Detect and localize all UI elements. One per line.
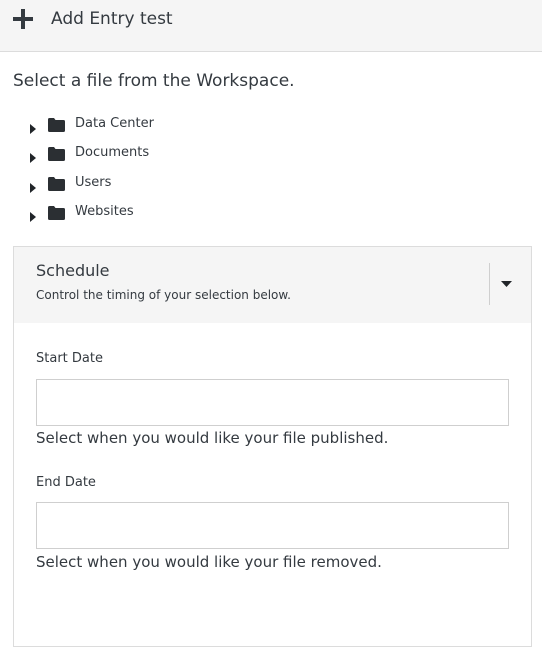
tree-item-label: Websites bbox=[75, 203, 134, 219]
end-date-input[interactable] bbox=[36, 502, 509, 549]
schedule-panel-header: Schedule Control the timing of your sele… bbox=[14, 247, 531, 323]
dialog-header: Add Entry test bbox=[0, 0, 542, 52]
schedule-title: Schedule bbox=[36, 261, 110, 280]
tree-item-label: Documents bbox=[75, 145, 150, 161]
end-date-help: Select when you would like your file rem… bbox=[36, 553, 382, 571]
caret-down-icon bbox=[501, 281, 512, 287]
tree-item-users[interactable]: Users bbox=[30, 172, 330, 201]
tree-item-label: Data Center bbox=[75, 116, 154, 131]
start-date-label: Start Date bbox=[36, 351, 103, 366]
caret-right-icon[interactable] bbox=[30, 148, 36, 164]
start-date-input[interactable] bbox=[36, 379, 509, 426]
caret-right-icon[interactable] bbox=[30, 178, 36, 193]
workspace-tree: Data Center Documents Users Websites bbox=[30, 113, 330, 230]
caret-right-icon[interactable] bbox=[30, 119, 36, 134]
start-date-help: Select when you would like your file pub… bbox=[36, 429, 389, 447]
folder-icon bbox=[48, 176, 65, 191]
dialog-title: Add Entry test bbox=[51, 9, 173, 29]
tree-item-data-center[interactable]: Data Center bbox=[30, 113, 330, 142]
folder-icon bbox=[48, 205, 65, 220]
schedule-collapse-button[interactable] bbox=[492, 267, 528, 303]
end-date-label: End Date bbox=[36, 475, 96, 490]
schedule-panel: Schedule Control the timing of your sele… bbox=[13, 246, 532, 647]
schedule-subtitle: Control the timing of your selection bel… bbox=[36, 288, 291, 302]
tree-item-label: Users bbox=[75, 174, 112, 190]
header-divider bbox=[489, 263, 490, 305]
plus-icon[interactable] bbox=[11, 7, 35, 31]
tree-item-websites[interactable]: Websites bbox=[30, 201, 330, 230]
tree-item-documents[interactable]: Documents bbox=[30, 142, 330, 171]
workspace-instruction: Select a file from the Workspace. bbox=[13, 71, 295, 91]
caret-right-icon[interactable] bbox=[30, 207, 36, 222]
folder-icon bbox=[48, 146, 65, 162]
folder-icon bbox=[48, 117, 65, 132]
